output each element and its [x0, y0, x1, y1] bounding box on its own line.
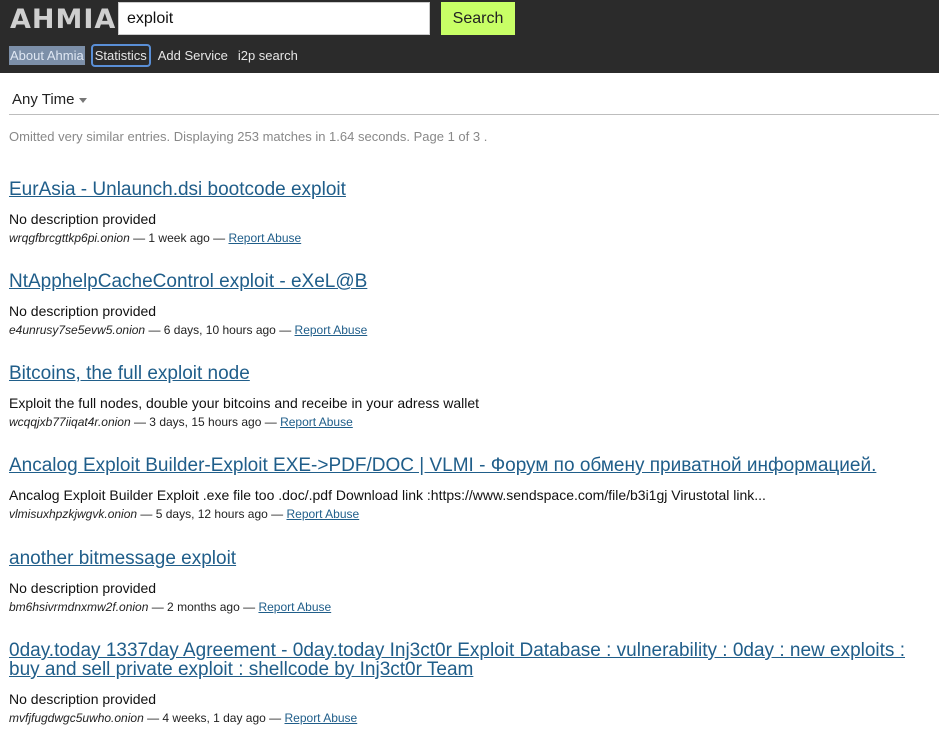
result-title-link[interactable]: EurAsia - Unlaunch.dsi bootcode exploit	[9, 180, 929, 199]
report-abuse-link[interactable]: Report Abuse	[295, 323, 368, 337]
result-meta: e4unrusy7se5evw5.onion — 6 days, 10 hour…	[9, 323, 929, 337]
nav-i2p-search[interactable]: i2p search	[237, 46, 299, 65]
nav-bar: About Ahmia Statistics Add Service i2p s…	[9, 44, 299, 67]
result-meta: wrqgfbrcgttkp6pi.onion — 1 week ago — Re…	[9, 231, 929, 245]
result-item: another bitmessage exploit No descriptio…	[9, 549, 929, 641]
divider	[9, 114, 939, 115]
result-time: — 1 week ago —	[129, 231, 229, 245]
result-meta: wcqqjxb77iiqat4r.onion — 3 days, 15 hour…	[9, 415, 929, 429]
result-description: Ancalog Exploit Builder Exploit .exe fil…	[9, 487, 766, 503]
result-description: No description provided	[9, 211, 157, 227]
result-title-link[interactable]: another bitmessage exploit	[9, 549, 929, 568]
result-description: No description provided	[9, 303, 157, 319]
result-onion-address: mvfjfugdwgc5uwho.onion	[9, 711, 144, 725]
nav-add-service[interactable]: Add Service	[157, 46, 229, 65]
result-description: No description provided	[9, 691, 157, 707]
result-time: — 6 days, 10 hours ago —	[145, 323, 295, 337]
result-time: — 4 weeks, 1 day ago —	[143, 711, 285, 725]
time-filter-dropdown[interactable]: Any Time	[12, 91, 87, 108]
search-button[interactable]: Search	[441, 2, 515, 35]
result-onion-address: wrqgfbrcgttkp6pi.onion	[9, 231, 130, 245]
result-onion-address: bm6hsivrmdnxmw2f.onion	[9, 600, 149, 614]
report-abuse-link[interactable]: Report Abuse	[258, 600, 331, 614]
result-title-link[interactable]: Bitcoins, the full exploit node	[9, 364, 929, 383]
result-time: — 5 days, 12 hours ago —	[137, 507, 287, 521]
report-abuse-link[interactable]: Report Abuse	[286, 507, 359, 521]
result-item: Bitcoins, the full exploit node Exploit …	[9, 364, 929, 456]
result-onion-address: wcqqjxb77iiqat4r.onion	[9, 415, 131, 429]
result-item: NtApphelpCacheControl exploit - eXeL@B N…	[9, 272, 929, 364]
results-stats: Omitted very similar entries. Displaying…	[9, 129, 488, 144]
result-time: — 2 months ago —	[148, 600, 259, 614]
result-title-link[interactable]: NtApphelpCacheControl exploit - eXeL@B	[9, 272, 929, 291]
result-item: EurAsia - Unlaunch.dsi bootcode exploit …	[9, 180, 929, 272]
report-abuse-link[interactable]: Report Abuse	[280, 415, 353, 429]
report-abuse-link[interactable]: Report Abuse	[285, 711, 358, 725]
results-list: EurAsia - Unlaunch.dsi bootcode exploit …	[9, 180, 929, 725]
result-meta: vlmisuxhpzkjwgvk.onion — 5 days, 12 hour…	[9, 507, 929, 521]
search-input[interactable]	[118, 2, 430, 35]
result-item: 0day.today 1337day Agreement - 0day.toda…	[9, 641, 929, 725]
result-item: Ancalog Exploit Builder-Exploit EXE->PDF…	[9, 456, 929, 549]
result-onion-address: vlmisuxhpzkjwgvk.onion	[9, 507, 138, 521]
top-bar: AHMIA Search About Ahmia Statistics Add …	[0, 0, 939, 73]
report-abuse-link[interactable]: Report Abuse	[228, 231, 301, 245]
nav-about-ahmia[interactable]: About Ahmia	[9, 46, 85, 65]
result-onion-address: e4unrusy7se5evw5.onion	[9, 323, 146, 337]
result-title-link[interactable]: 0day.today 1337day Agreement - 0day.toda…	[9, 641, 929, 679]
result-time: — 3 days, 15 hours ago —	[130, 415, 281, 429]
ahmia-logo[interactable]: AHMIA	[10, 4, 116, 35]
result-meta: mvfjfugdwgc5uwho.onion — 4 weeks, 1 day …	[9, 711, 929, 725]
time-filter-label: Any Time	[12, 91, 75, 108]
result-description: Exploit the full nodes, double your bitc…	[9, 395, 480, 411]
result-description: No description provided	[9, 580, 157, 596]
result-title-link[interactable]: Ancalog Exploit Builder-Exploit EXE->PDF…	[9, 456, 929, 475]
result-meta: bm6hsivrmdnxmw2f.onion — 2 months ago — …	[9, 600, 929, 614]
caret-down-icon	[78, 98, 87, 103]
nav-statistics[interactable]: Statistics	[90, 44, 151, 67]
